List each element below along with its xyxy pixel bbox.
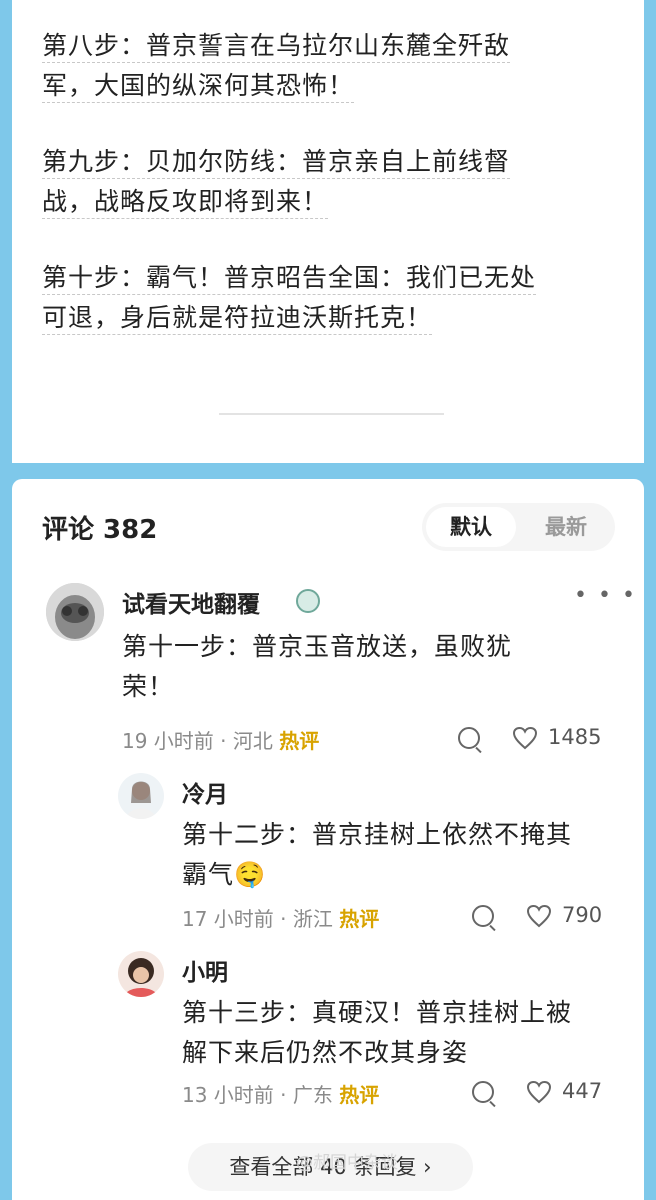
reply-username[interactable]: 冷月 xyxy=(182,775,228,809)
hot-comment-badge: 热评 xyxy=(279,729,320,753)
user-badge-icon xyxy=(296,589,320,613)
comment-text-line2: 荣！ xyxy=(122,672,175,701)
reply-username[interactable]: 小明 xyxy=(182,953,228,987)
reply-text-line2: 霸气 xyxy=(182,860,235,889)
hot-comment-badge: 热评 xyxy=(339,907,380,931)
avatar[interactable] xyxy=(118,773,164,819)
reply-text-line2: 解下来后仍然不改其身姿 xyxy=(182,1038,469,1067)
reply-icon[interactable] xyxy=(472,905,494,927)
reply-meta: 13 小时前 · 广东 热评 xyxy=(182,1079,379,1108)
meta-separator: · xyxy=(220,729,233,753)
like-heart-icon[interactable] xyxy=(526,1080,552,1104)
comment-username[interactable]: 试看天地翻覆 xyxy=(122,585,260,619)
reply-icon[interactable] xyxy=(458,727,480,749)
sort-toggle: 默认 最新 xyxy=(422,503,615,551)
comment-text: 第十一步：普京玉音放送，虽败犹 荣！ xyxy=(122,627,512,707)
comments-title: 评论 382 xyxy=(42,515,158,545)
sort-default-tab[interactable]: 默认 xyxy=(426,507,516,547)
comment-text-line1: 第十一步：普京玉音放送，虽败犹 xyxy=(122,632,513,661)
reply-text-line1: 第十二步：普京挂树上依然不掩其 xyxy=(182,820,573,849)
comment-time: 19 小时前 xyxy=(122,729,214,753)
step-10-line1: 第十步：霸气！普京昭告全国：我们已无处 xyxy=(42,263,537,295)
article-step-9: 第九步：贝加尔防线：普京亲自上前线督 战，战略反攻即将到来！ xyxy=(42,142,622,222)
like-heart-icon[interactable] xyxy=(526,904,552,928)
article-divider xyxy=(219,413,444,415)
reply-icon[interactable] xyxy=(472,1081,494,1103)
more-icon[interactable]: • • • xyxy=(574,583,637,608)
reply-location: 广东 xyxy=(292,1083,333,1107)
comment-location: 河北 xyxy=(232,729,273,753)
watermark: @郝国中杂谈 xyxy=(296,1153,398,1173)
sort-latest-tab[interactable]: 最新 xyxy=(521,507,611,547)
like-count: 790 xyxy=(562,903,603,927)
like-count: 1485 xyxy=(548,725,602,749)
article-card: 第八步：普京誓言在乌拉尔山东麓全歼敌 军，大国的纵深何其恐怖！ 第九步：贝加尔防… xyxy=(12,0,644,463)
meta-separator: · xyxy=(280,1083,293,1107)
step-9-line2: 战，战略反攻即将到来！ xyxy=(42,187,329,219)
reply-location: 浙江 xyxy=(292,907,333,931)
reply-text: 第十三步：真硬汉！普京挂树上被 解下来后仍然不改其身姿 xyxy=(182,993,572,1073)
avatar[interactable] xyxy=(46,583,104,641)
article-step-10: 第十步：霸气！普京昭告全国：我们已无处 可退，身后就是符拉迪沃斯托克！ xyxy=(42,258,622,338)
grin-emoji-icon: 🤤 xyxy=(234,860,267,889)
comment-meta: 19 小时前 · 河北 热评 xyxy=(122,725,319,754)
step-10-line2: 可退，身后就是符拉迪沃斯托克！ xyxy=(42,303,433,335)
hot-comment-badge: 热评 xyxy=(339,1083,380,1107)
reply-text: 第十二步：普京挂树上依然不掩其 霸气🤤 xyxy=(182,815,572,895)
step-8-line2: 军，大国的纵深何其恐怖！ xyxy=(42,71,355,103)
like-count: 447 xyxy=(562,1079,603,1103)
comments-section: 评论 382 默认 最新 试看天地翻覆 • • • 第十一步：普京玉音放送，虽败… xyxy=(12,479,644,1200)
reply-time: 13 小时前 xyxy=(182,1083,274,1107)
meta-separator: · xyxy=(280,907,293,931)
step-9-line1: 第九步：贝加尔防线：普京亲自上前线督 xyxy=(42,147,511,179)
step-8-line1: 第八步：普京誓言在乌拉尔山东麓全歼敌 xyxy=(42,31,511,63)
like-heart-icon[interactable] xyxy=(512,726,538,750)
avatar[interactable] xyxy=(118,951,164,997)
reply-meta: 17 小时前 · 浙江 热评 xyxy=(182,903,379,932)
reply-text-line1: 第十三步：真硬汉！普京挂树上被 xyxy=(182,998,573,1027)
reply-time: 17 小时前 xyxy=(182,907,274,931)
article-step-8: 第八步：普京誓言在乌拉尔山东麓全歼敌 军，大国的纵深何其恐怖！ xyxy=(42,26,622,106)
